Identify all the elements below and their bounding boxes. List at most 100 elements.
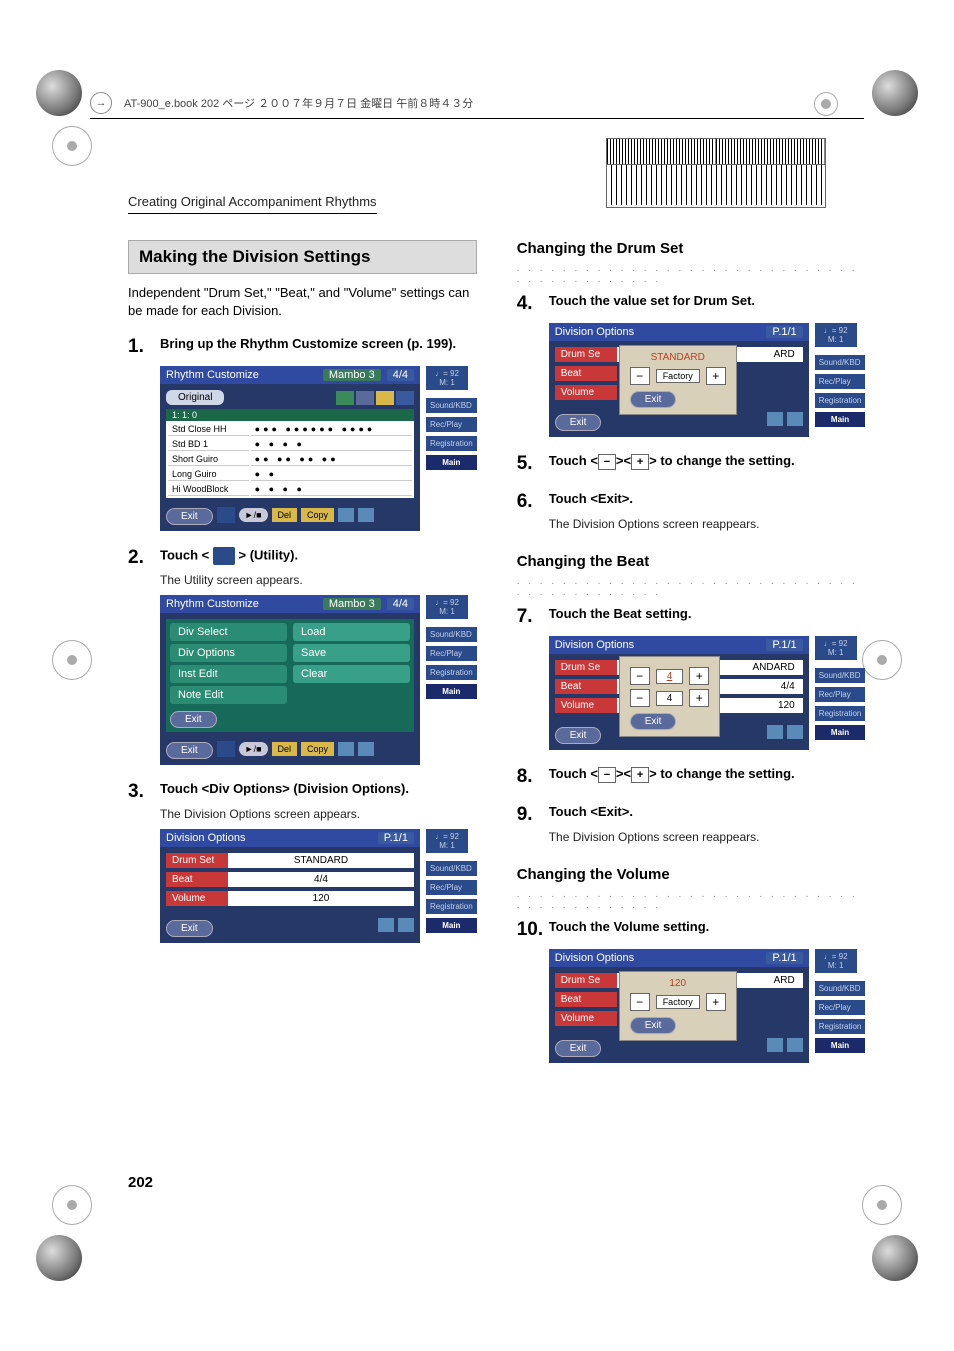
lcd-title-label: Division Options <box>555 326 634 338</box>
plus-button[interactable]: + <box>689 667 709 685</box>
del-button[interactable]: Del <box>272 508 298 522</box>
sidebar-sound[interactable]: Sound/KBD <box>815 981 866 996</box>
sidebar-main[interactable]: Main <box>815 412 866 427</box>
drum-row: Hi WoodBlock <box>168 483 249 496</box>
sidebar-sound[interactable]: Sound/KBD <box>426 861 477 876</box>
menu-div-select[interactable]: Div Select <box>170 623 287 641</box>
stop-icon[interactable] <box>356 391 374 405</box>
sidebar-registration[interactable]: Registration <box>815 393 866 408</box>
utility-icon[interactable] <box>217 741 235 757</box>
sidebar-sound[interactable]: Sound/KBD <box>815 355 866 370</box>
sidebar-main[interactable]: Main <box>426 918 477 933</box>
down-icon[interactable] <box>398 918 414 932</box>
up-icon[interactable] <box>338 742 354 756</box>
popup-exit-button[interactable]: Exit <box>630 391 677 408</box>
up-icon[interactable] <box>338 508 354 522</box>
sidebar-recplay[interactable]: Rec/Play <box>426 646 477 661</box>
tempo-display: ♩= 92M: 1 <box>815 949 857 973</box>
down-icon[interactable] <box>787 725 803 739</box>
up-icon[interactable] <box>378 918 394 932</box>
row-val[interactable]: STANDARD <box>228 853 414 868</box>
copy-button[interactable]: Copy <box>301 508 334 522</box>
menu-load[interactable]: Load <box>293 623 410 641</box>
sidebar-sound[interactable]: Sound/KBD <box>815 668 866 683</box>
sidebar-registration[interactable]: Registration <box>815 1019 866 1034</box>
row-val[interactable]: 4/4 <box>228 872 414 887</box>
sidebar-recplay[interactable]: Rec/Play <box>426 880 477 895</box>
sidebar-recplay[interactable]: Rec/Play <box>815 1000 866 1015</box>
copy-button[interactable]: Copy <box>301 742 334 756</box>
popup-exit-button[interactable]: Exit <box>630 713 677 730</box>
plus-icon: + <box>631 767 649 783</box>
utility-icon[interactable] <box>217 507 235 523</box>
plus-button[interactable]: + <box>706 993 726 1011</box>
popup-exit-button[interactable]: Exit <box>630 1017 677 1034</box>
sidebar-recplay[interactable]: Rec/Play <box>426 417 477 432</box>
sidebar-main[interactable]: Main <box>815 1038 866 1053</box>
sidebar-recplay[interactable]: Rec/Play <box>815 687 866 702</box>
sidebar-main[interactable]: Main <box>815 725 866 740</box>
minus-button[interactable]: − <box>630 993 650 1011</box>
down-icon[interactable] <box>787 1038 803 1052</box>
up-icon[interactable] <box>767 1038 783 1052</box>
factory-button[interactable]: Factory <box>656 369 700 383</box>
down-icon[interactable] <box>358 742 374 756</box>
down-icon[interactable] <box>358 508 374 522</box>
menu-note-edit[interactable]: Note Edit <box>170 686 287 704</box>
numerator-value[interactable]: 4 <box>656 669 684 684</box>
up-icon[interactable] <box>767 725 783 739</box>
value-popup: − 4 + − 4 + Exit <box>619 656 721 737</box>
sidebar-registration[interactable]: Registration <box>815 706 866 721</box>
lcd-timesig: 4/4 <box>387 369 414 381</box>
step-text: Touch the Volume setting. <box>549 919 866 934</box>
up-icon[interactable] <box>767 412 783 426</box>
row-label: Drum Se <box>555 660 617 675</box>
reg-mark <box>862 640 902 680</box>
dots-row: . . . . . . . . . . . . . . . . . . . . … <box>517 263 866 285</box>
down-icon[interactable] <box>787 412 803 426</box>
drum-pattern: ● ● <box>251 468 412 481</box>
exit-button[interactable]: Exit <box>555 727 602 744</box>
popup-value: 120 <box>630 978 726 989</box>
sidebar-main[interactable]: Main <box>426 684 477 699</box>
reg-mark <box>52 1185 92 1225</box>
minus-button[interactable]: − <box>630 367 650 385</box>
position-label: 1: 1: 0 <box>166 409 414 421</box>
plus-button[interactable]: + <box>689 689 709 707</box>
del-button[interactable]: Del <box>272 742 298 756</box>
text-frag: > (Utility). <box>238 548 298 563</box>
menu-save[interactable]: Save <box>293 644 410 662</box>
sidebar-registration[interactable]: Registration <box>426 436 477 451</box>
sidebar-registration[interactable]: Registration <box>426 899 477 914</box>
sidebar-sound[interactable]: Sound/KBD <box>426 398 477 413</box>
exit-button[interactable]: Exit <box>555 414 602 431</box>
exit-button[interactable]: Exit <box>555 1040 602 1057</box>
exit-button[interactable]: Exit <box>166 920 213 937</box>
exit-button[interactable]: Exit <box>166 742 213 759</box>
exit-button[interactable]: Exit <box>166 508 213 525</box>
minus-button[interactable]: − <box>630 689 650 707</box>
play-button[interactable]: ►/■ <box>239 508 268 522</box>
drum-row: Long Guiro <box>168 468 249 481</box>
sidebar-sound[interactable]: Sound/KBD <box>426 627 477 642</box>
row-label: Beat <box>555 679 617 694</box>
original-btn[interactable]: Original <box>166 390 224 405</box>
row-label: Drum Set <box>166 853 228 868</box>
plus-button[interactable]: + <box>706 367 726 385</box>
sidebar-recplay[interactable]: Rec/Play <box>815 374 866 389</box>
row-val[interactable]: 120 <box>228 891 414 906</box>
play-button[interactable]: ►/■ <box>239 742 268 756</box>
prev-icon[interactable] <box>336 391 354 405</box>
menu-clear[interactable]: Clear <box>293 665 410 683</box>
exit-button[interactable]: Exit <box>170 711 217 728</box>
marker-icon[interactable] <box>376 391 394 405</box>
menu-div-options[interactable]: Div Options <box>170 644 287 662</box>
sidebar-main[interactable]: Main <box>426 455 477 470</box>
intro-text: Independent "Drum Set," "Beat," and "Vol… <box>128 284 477 320</box>
denominator-value[interactable]: 4 <box>656 691 684 706</box>
factory-button[interactable]: Factory <box>656 995 700 1009</box>
menu-inst-edit[interactable]: Inst Edit <box>170 665 287 683</box>
minus-button[interactable]: − <box>630 667 650 685</box>
next-icon[interactable] <box>396 391 414 405</box>
sidebar-registration[interactable]: Registration <box>426 665 477 680</box>
